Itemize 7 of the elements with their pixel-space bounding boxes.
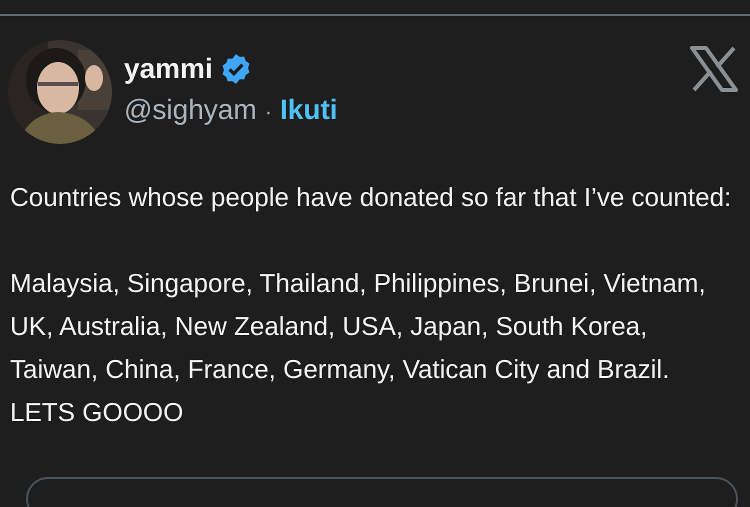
follow-link[interactable]: Ikuti: [280, 94, 338, 126]
x-logo-icon[interactable]: [690, 46, 738, 92]
separator-dot: ·: [264, 99, 272, 125]
user-name[interactable]: yammi: [124, 53, 213, 85]
post-text: Malaysia, Singapore, Thailand, Philippines, Brunei, Vietnam, UK, Australia, New Zealand, USA, Japan, South Korea, Taiwan, China, France, Germany, Vatican City and Brazil. LETS GOOOO: [10, 267, 707, 429]
user-handle: @sighyam: [124, 94, 257, 126]
post-text: Countries whose people have donated so far that I’ve counted:: [10, 181, 732, 214]
